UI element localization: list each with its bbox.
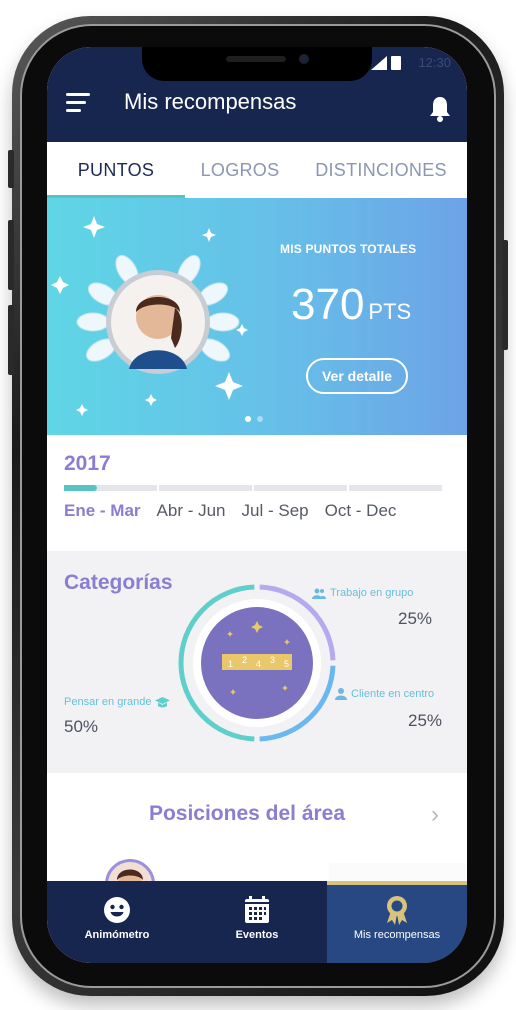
nav-label: Eventos (235, 929, 279, 941)
carousel-dot-1[interactable] (245, 416, 251, 422)
nav-item-eventos[interactable]: Eventos (187, 881, 327, 963)
year-title: 2017 (64, 452, 111, 475)
ranking-bar (329, 863, 467, 883)
category-name: Trabajo en grupo (330, 587, 414, 599)
ruler-label: 3 (270, 655, 275, 665)
quarter-ene-mar[interactable]: Ene - Mar (64, 501, 141, 521)
calendar-icon (241, 893, 273, 927)
view-detail-button[interactable]: Ver detalle (306, 358, 408, 394)
speaker-grille (226, 56, 286, 62)
nav-item-animometro[interactable]: Animómetro (47, 881, 187, 963)
front-camera (299, 54, 309, 64)
status-icons (371, 56, 401, 70)
notch (142, 47, 372, 81)
mute-switch (8, 150, 14, 188)
nav-item-mis-recompensas[interactable]: Mis recompensas (327, 881, 467, 963)
status-time: 12:30 (418, 55, 451, 70)
area-positions-title: Posiciones del área (148, 802, 346, 825)
page-title: Mis recompensas (124, 89, 297, 114)
points-banner[interactable]: MIS PUNTOS TOTALES 370 PTS Ver detalle (47, 198, 467, 435)
category-label-cliente: Cliente en centro (335, 688, 434, 700)
category-percent-cliente: 25% (408, 711, 443, 730)
quarter-selector: Ene - Mar Abr - Jun Jul - Sep Oct - Dec (64, 501, 464, 521)
category-name: Cliente en centro (351, 688, 435, 700)
quarter-segment-1 (64, 485, 157, 491)
nav-label: Animómetro (84, 929, 150, 941)
categories-title: Categorías (64, 571, 173, 594)
quarter-progress-track (64, 485, 442, 491)
volume-down-button (8, 305, 14, 375)
battery-icon (391, 56, 401, 70)
carousel-pagination[interactable] (245, 416, 263, 422)
category-percent-trabajo: 25% (398, 609, 433, 628)
ruler-label: 1 (228, 659, 233, 669)
quarter-segment-2 (159, 485, 252, 491)
award-ribbon-icon (381, 893, 413, 927)
tab-puntos[interactable]: PUNTOS (47, 142, 185, 198)
category-label-pensar: Pensar en grande (64, 696, 171, 708)
points-unit: PTS (368, 299, 412, 324)
chevron-right-icon[interactable]: › (431, 801, 439, 829)
area-positions-section[interactable]: Posiciones del área › (47, 773, 467, 909)
menu-icon[interactable] (66, 93, 90, 113)
tab-logros[interactable]: LOGROS (185, 142, 295, 198)
year-progress-section: 2017 Ene - Mar Abr - Jun Jul - Sep Oct -… (47, 435, 467, 551)
carousel-dot-2[interactable] (257, 416, 263, 422)
quarter-progress-fill (64, 485, 97, 491)
ruler-label: 4 (256, 659, 261, 669)
app-screen: 12:30 Mis recompensas PUNTOS LOGROS DIST… (47, 47, 467, 963)
power-button (502, 240, 508, 350)
quarter-abr-jun[interactable]: Abr - Jun (157, 501, 226, 521)
category-name: Pensar en grande (64, 696, 152, 708)
total-points-value: 370 PTS (291, 280, 411, 330)
smiley-icon (101, 893, 133, 927)
quarter-segment-4 (349, 485, 442, 491)
categories-section: Categorías Trabajo en grupo 25% Cliente … (47, 551, 467, 773)
tab-distinciones[interactable]: DISTINCIONES (295, 142, 467, 198)
quarter-segment-3 (254, 485, 347, 491)
ruler-label: 5 (284, 659, 289, 669)
points-number: 370 (291, 280, 365, 329)
bell-icon[interactable] (427, 95, 453, 123)
total-points-label: MIS PUNTOS TOTALES (280, 242, 417, 256)
ruler-label: 2 (242, 655, 247, 665)
nav-label: Mis recompensas (353, 929, 441, 941)
bottom-navigation: Animómetro Eventos Mis recompensas (47, 881, 467, 963)
categories-donut-chart: 12435 (178, 584, 336, 742)
signal-icon (371, 56, 387, 70)
graduation-cap-icon (155, 696, 171, 707)
quarter-oct-dec[interactable]: Oct - Dec (325, 501, 397, 521)
category-percent-pensar: 50% (64, 717, 99, 736)
quarter-jul-sep[interactable]: Jul - Sep (242, 501, 309, 521)
tab-bar: PUNTOS LOGROS DISTINCIONES (47, 142, 467, 198)
volume-up-button (8, 220, 14, 290)
